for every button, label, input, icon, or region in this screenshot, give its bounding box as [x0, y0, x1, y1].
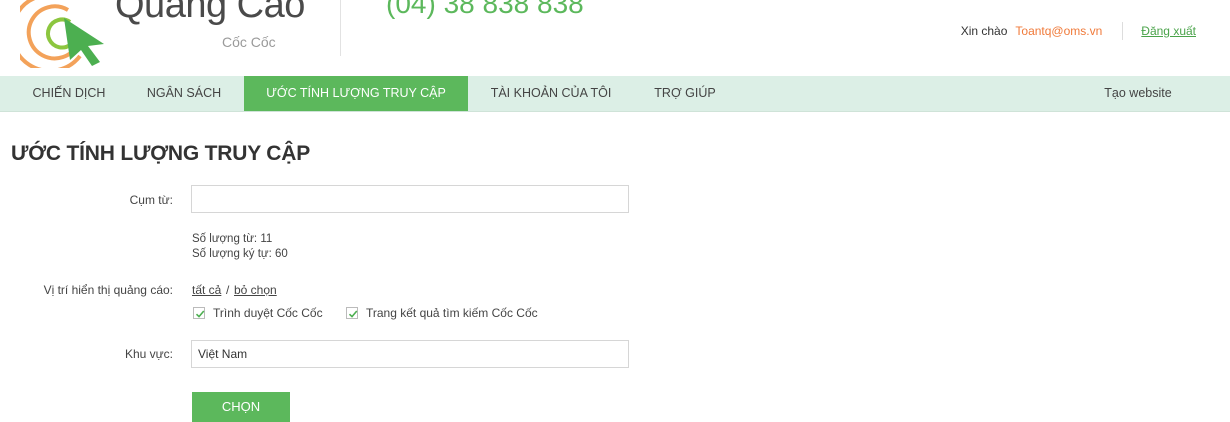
logo-subtext: Cốc Cốc	[222, 34, 276, 50]
nav-item-budget[interactable]: NGÂN SÁCH	[134, 76, 234, 111]
logo-cursor-icon	[20, 0, 104, 68]
user-area-divider	[1122, 22, 1124, 40]
user-area: Xin chào Toantq@oms.vn Đăng xuất	[961, 22, 1196, 40]
nav-item-traffic-estimator[interactable]: ƯỚC TÍNH LƯỢNG TRUY CẬP	[244, 76, 468, 111]
browser-checkbox[interactable]	[193, 307, 205, 319]
header-divider	[340, 0, 341, 56]
submit-button[interactable]: CHỌN	[192, 392, 290, 422]
phrase-label: Cụm từ:	[129, 193, 173, 207]
search-results-checkbox[interactable]	[346, 307, 358, 319]
logout-link[interactable]: Đăng xuất	[1141, 24, 1196, 38]
create-website-link[interactable]: Tạo website	[1090, 76, 1186, 111]
nav-item-help[interactable]: TRỢ GIÚP	[640, 76, 730, 111]
link-divider: /	[226, 283, 230, 297]
nav-item-campaigns[interactable]: CHIẾN DỊCH	[14, 76, 124, 111]
char-count: Số lượng ký tự: 60	[192, 248, 288, 260]
deselect-link[interactable]: bỏ chọn	[234, 283, 277, 297]
checkmark-icon	[195, 310, 205, 318]
checkmark-icon	[348, 310, 358, 318]
word-count: Số lượng từ: 11	[192, 233, 273, 245]
region-input[interactable]	[191, 340, 629, 368]
placement-label: Vị trí hiển thị quảng cáo:	[43, 283, 173, 297]
page-title: ƯỚC TÍNH LƯỢNG TRUY CẬP	[11, 142, 311, 165]
hotline-number: (04) 38 838 838	[386, 0, 584, 19]
nav-item-my-account[interactable]: TÀI KHOẢN CỦA TÔI	[478, 76, 624, 111]
browser-option-label: Trình duyệt Cốc Cốc	[213, 306, 323, 320]
greeting-text: Xin chào	[960, 24, 1008, 38]
select-all-link[interactable]: tất cả	[192, 283, 221, 297]
region-label: Khu vực:	[124, 347, 173, 361]
main-nav: CHIẾN DỊCH NGÂN SÁCH ƯỚC TÍNH LƯỢNG TRUY…	[0, 76, 1230, 112]
search-results-option-label: Trang kết quả tìm kiếm Cốc Cốc	[366, 306, 538, 320]
phrase-input[interactable]	[191, 185, 629, 213]
logo-text: Quảng Cáo	[115, 0, 305, 26]
user-email-link[interactable]: Toantq@oms.vn	[1015, 24, 1102, 38]
